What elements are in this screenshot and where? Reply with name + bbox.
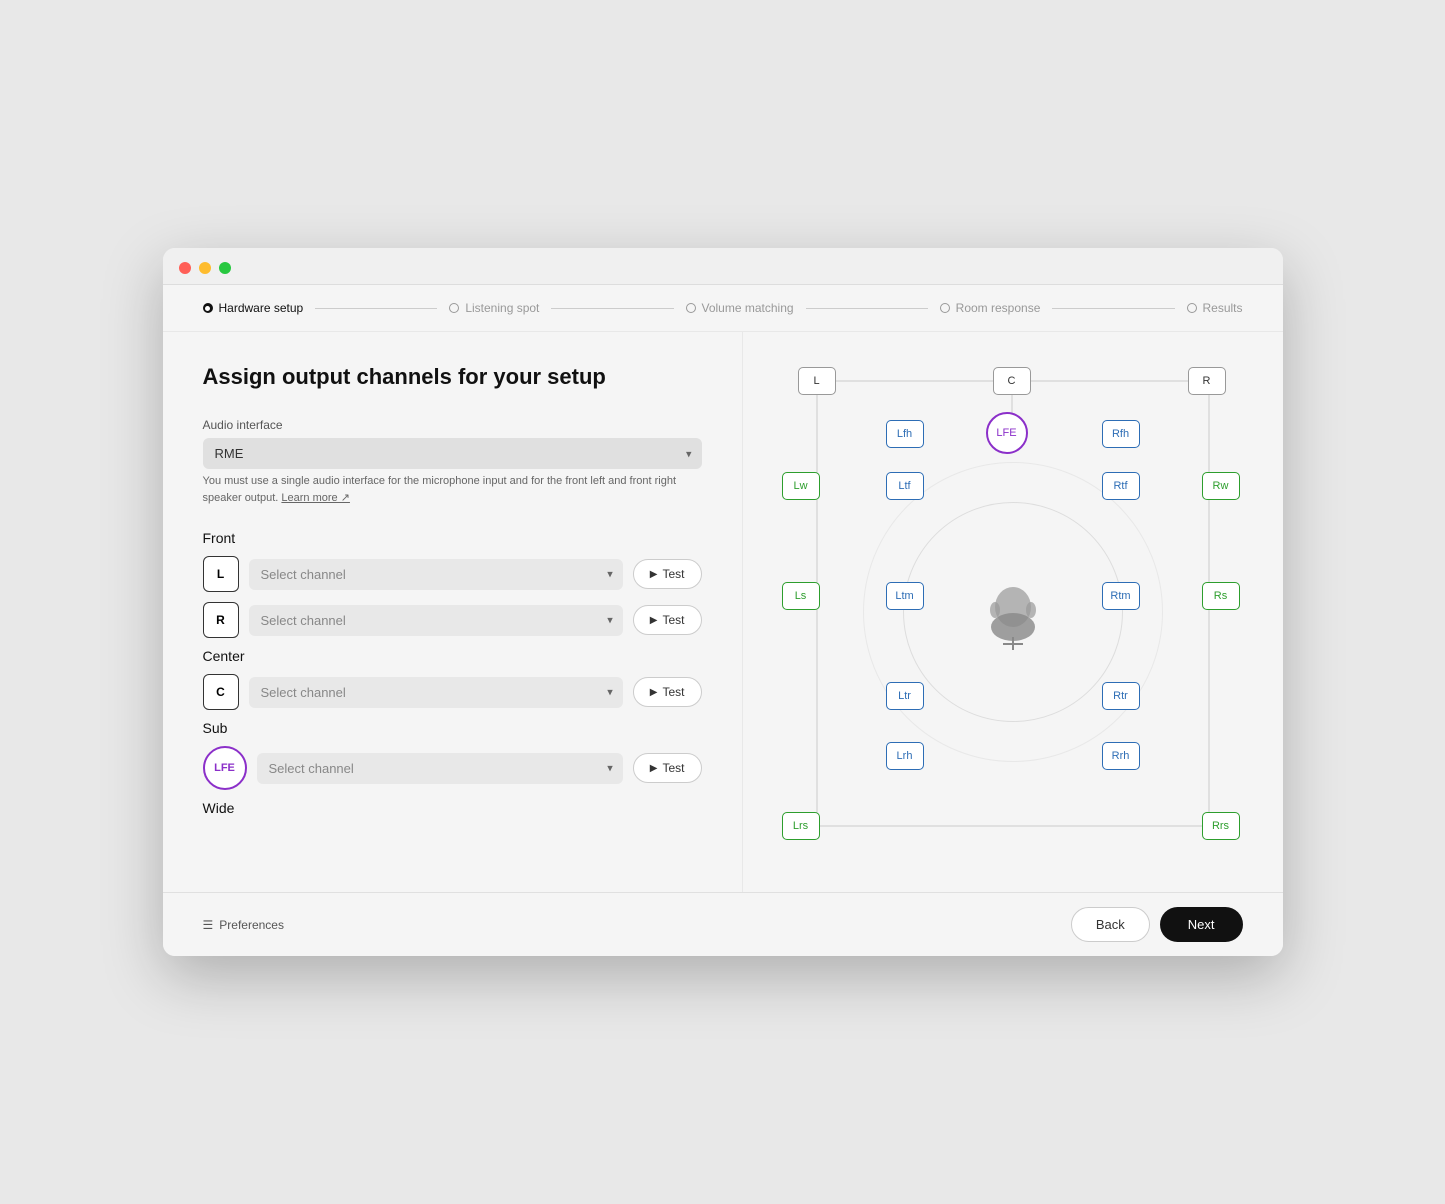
channel-badge-lfe: LFE (203, 746, 247, 790)
speaker-node-Lw: Lw (782, 472, 820, 500)
app-window: Hardware setup Listening spot Volume mat… (163, 248, 1283, 956)
preferences-icon: ☰ (203, 918, 214, 932)
speaker-node-Ltr: Ltr (886, 682, 924, 710)
channel-badge-l: L (203, 556, 239, 592)
audio-interface-select-wrapper: RME ▾ (203, 438, 702, 469)
step-hardware[interactable]: Hardware setup (203, 301, 304, 315)
step-dot-hardware (203, 303, 213, 313)
back-button[interactable]: Back (1071, 907, 1150, 942)
play-icon-r: ▶ (650, 615, 658, 626)
play-icon-c: ▶ (650, 687, 658, 698)
channel-select-l[interactable]: Select channel (249, 559, 623, 590)
step-dot-inner (205, 306, 210, 311)
play-icon-l: ▶ (650, 569, 658, 580)
speaker-node-Ls: Ls (782, 582, 820, 610)
head-svg (983, 582, 1043, 652)
channel-row-c: C Select channel ▾ ▶ Test (203, 674, 702, 710)
step-dot-room (940, 303, 950, 313)
speaker-node-Rs: Rs (1202, 582, 1240, 610)
listener-head (983, 582, 1043, 642)
minimize-button[interactable] (199, 262, 211, 274)
front-label: Front (203, 530, 702, 546)
speaker-node-R: R (1188, 367, 1226, 395)
speaker-diagram: L C R Lfh LFE Rfh Lw Ltf Rtf Rw (768, 352, 1258, 872)
speaker-node-Rfh: Rfh (1102, 420, 1140, 448)
next-button[interactable]: Next (1160, 907, 1243, 942)
footer: ☰ Preferences Back Next (163, 892, 1283, 956)
step-label-results: Results (1203, 301, 1243, 315)
speaker-node-Ltm: Ltm (886, 582, 924, 610)
channel-select-wrapper-l: Select channel ▾ (249, 559, 623, 590)
channel-badge-c: C (203, 674, 239, 710)
audio-interface-label: Audio interface (203, 418, 702, 432)
speaker-node-Rtf: Rtf (1102, 472, 1140, 500)
left-panel: Assign output channels for your setup Au… (163, 332, 743, 892)
sub-section: Sub LFE Select channel ▾ ▶ Test (203, 720, 702, 790)
channel-select-c[interactable]: Select channel (249, 677, 623, 708)
step-line-3 (806, 308, 928, 309)
channel-select-wrapper-c: Select channel ▾ (249, 677, 623, 708)
audio-interface-section: Audio interface RME ▾ You must use a sin… (203, 418, 702, 506)
speaker-node-Lrs: Lrs (782, 812, 820, 840)
right-panel: L C R Lfh LFE Rfh Lw Ltf Rtf Rw (743, 332, 1283, 892)
channel-badge-r: R (203, 602, 239, 638)
step-dot-volume (686, 303, 696, 313)
step-volume[interactable]: Volume matching (686, 301, 794, 315)
play-icon-lfe: ▶ (650, 763, 658, 774)
learn-more-link[interactable]: Learn more ↗ (281, 492, 350, 504)
step-line-2 (551, 308, 673, 309)
step-results[interactable]: Results (1187, 301, 1243, 315)
speaker-node-L: L (798, 367, 836, 395)
channel-row-r: R Select channel ▾ ▶ Test (203, 602, 702, 638)
test-button-lfe[interactable]: ▶ Test (633, 753, 702, 783)
speaker-node-Ltf: Ltf (886, 472, 924, 500)
preferences-label: Preferences (219, 918, 284, 932)
titlebar (163, 248, 1283, 285)
progress-bar: Hardware setup Listening spot Volume mat… (163, 285, 1283, 332)
wide-section: Wide (203, 800, 702, 816)
channel-row-lfe: LFE Select channel ▾ ▶ Test (203, 746, 702, 790)
wide-label: Wide (203, 800, 702, 816)
page-title: Assign output channels for your setup (203, 364, 702, 390)
channel-select-wrapper-lfe: Select channel ▾ (257, 753, 623, 784)
speaker-node-Rw: Rw (1202, 472, 1240, 500)
speaker-node-Rtr: Rtr (1102, 682, 1140, 710)
sub-label: Sub (203, 720, 702, 736)
maximize-button[interactable] (219, 262, 231, 274)
step-room[interactable]: Room response (940, 301, 1041, 315)
channel-select-lfe[interactable]: Select channel (257, 753, 623, 784)
speaker-node-LFE: LFE (986, 412, 1028, 454)
step-label-room: Room response (956, 301, 1041, 315)
channel-select-r[interactable]: Select channel (249, 605, 623, 636)
test-button-l[interactable]: ▶ Test (633, 559, 702, 589)
close-button[interactable] (179, 262, 191, 274)
step-listening[interactable]: Listening spot (449, 301, 539, 315)
speaker-node-Rrh: Rrh (1102, 742, 1140, 770)
step-line-1 (315, 308, 437, 309)
speaker-node-Lrh: Lrh (886, 742, 924, 770)
step-line-4 (1052, 308, 1174, 309)
audio-interface-helper: You must use a single audio interface fo… (203, 473, 702, 506)
footer-actions: Back Next (1071, 907, 1243, 942)
step-dot-results (1187, 303, 1197, 313)
test-button-c[interactable]: ▶ Test (633, 677, 702, 707)
channel-row-l: L Select channel ▾ ▶ Test (203, 556, 702, 592)
speaker-node-Rtm: Rtm (1102, 582, 1140, 610)
step-label-hardware: Hardware setup (219, 301, 304, 315)
speaker-node-C: C (993, 367, 1031, 395)
audio-interface-select[interactable]: RME (203, 438, 702, 469)
step-dot-listening (449, 303, 459, 313)
step-label-volume: Volume matching (702, 301, 794, 315)
channel-select-wrapper-r: Select channel ▾ (249, 605, 623, 636)
test-button-r[interactable]: ▶ Test (633, 605, 702, 635)
step-label-listening: Listening spot (465, 301, 539, 315)
preferences-button[interactable]: ☰ Preferences (203, 918, 284, 932)
center-section: Center C Select channel ▾ ▶ Test (203, 648, 702, 710)
front-section: Front L Select channel ▾ ▶ Test (203, 530, 702, 638)
main-content: Assign output channels for your setup Au… (163, 332, 1283, 892)
center-label: Center (203, 648, 702, 664)
speaker-node-Lfh: Lfh (886, 420, 924, 448)
speaker-node-Rrs: Rrs (1202, 812, 1240, 840)
